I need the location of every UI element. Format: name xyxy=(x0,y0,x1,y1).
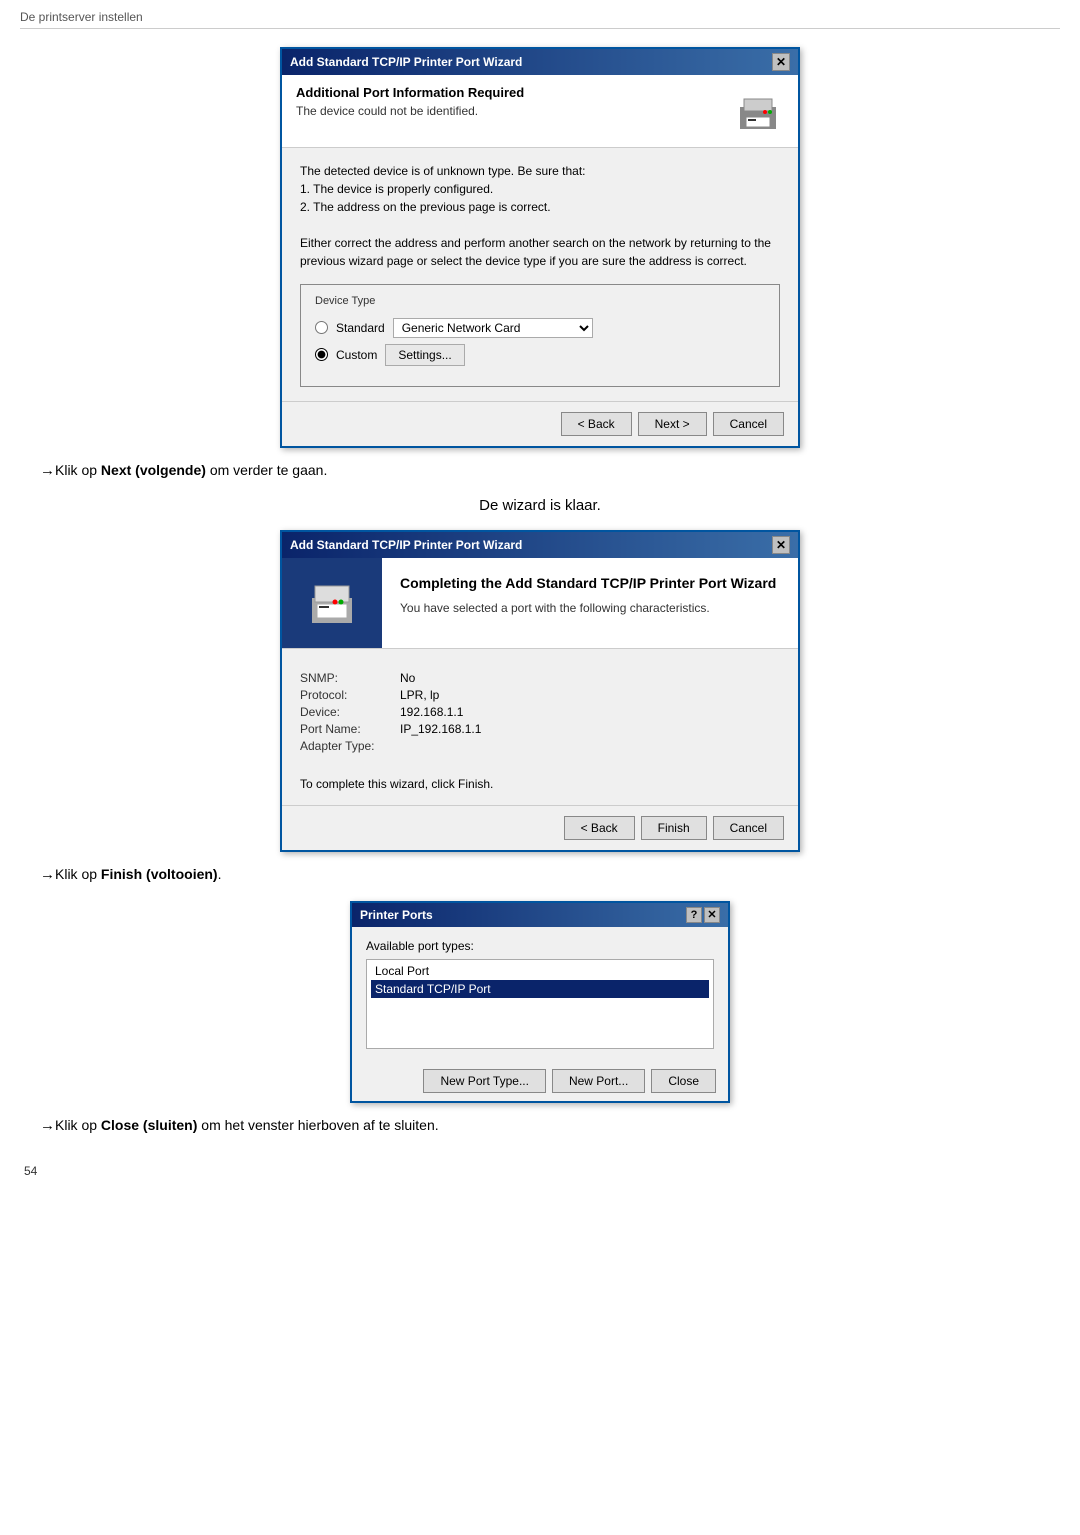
completing-icon-panel xyxy=(282,558,382,648)
snmp-row: SNMP: No xyxy=(300,671,780,685)
standard-label: Standard xyxy=(336,319,385,337)
instruction3-bold: Close (sluiten) xyxy=(101,1117,197,1133)
dialog2-finish-button[interactable]: Finish xyxy=(641,816,707,840)
new-port-type-button[interactable]: New Port Type... xyxy=(423,1069,545,1093)
dialog1-titlebar: Add Standard TCP/IP Printer Port Wizard … xyxy=(282,49,798,75)
snmp-value: No xyxy=(400,671,415,685)
dialog3-body: Available port types: Local Port Standar… xyxy=(352,927,728,1061)
dialog2-title: Add Standard TCP/IP Printer Port Wizard xyxy=(290,538,522,552)
protocol-row: Protocol: LPR, lp xyxy=(300,688,780,702)
dialog2-footer: < Back Finish Cancel xyxy=(282,805,798,850)
device-type-legend: Device Type xyxy=(315,293,765,310)
available-ports-label: Available port types: xyxy=(366,939,714,953)
dialog3-close-btn[interactable]: ✕ xyxy=(704,907,720,923)
protocol-value: LPR, lp xyxy=(400,688,439,702)
instruction3-suffix: om het venster hierboven af te sluiten. xyxy=(197,1117,438,1133)
dialog2-close-btn[interactable]: ✕ xyxy=(772,536,790,554)
dialog-printer-ports: Printer Ports ? ✕ Available port types: … xyxy=(350,901,730,1103)
close-button[interactable]: Close xyxy=(651,1069,716,1093)
standard-radio-row: Standard Generic Network Card xyxy=(315,318,765,338)
adapter-type-row: Adapter Type: xyxy=(300,739,780,753)
dialog2-cancel-button[interactable]: Cancel xyxy=(713,816,784,840)
port-item-local[interactable]: Local Port xyxy=(371,962,709,980)
custom-radio-row: Custom Settings... xyxy=(315,344,765,366)
dialog1-close-btn[interactable]: ✕ xyxy=(772,53,790,71)
instruction2-bold: Finish (voltooien) xyxy=(101,866,218,882)
port-name-row: Port Name: IP_192.168.1.1 xyxy=(300,722,780,736)
protocol-label: Protocol: xyxy=(300,688,400,702)
dialog1-body-text3: 2. The address on the previous page is c… xyxy=(300,198,780,216)
completing-printer-icon xyxy=(297,568,367,638)
completing-header: Completing the Add Standard TCP/IP Print… xyxy=(282,558,798,649)
dialog1-next-button[interactable]: Next > xyxy=(638,412,707,436)
dialog2-body: SNMP: No Protocol: LPR, lp Device: 192.1… xyxy=(282,649,798,805)
instruction1-bold: Next (volgende) xyxy=(101,462,206,478)
instruction3-arrow: → xyxy=(40,1117,55,1134)
instruction2-arrow: → xyxy=(40,866,55,883)
standard-radio[interactable] xyxy=(315,321,328,334)
custom-radio[interactable] xyxy=(315,348,328,361)
dialog1-cancel-button[interactable]: Cancel xyxy=(713,412,784,436)
adapter-type-label: Adapter Type: xyxy=(300,739,400,753)
dialog-completing: Add Standard TCP/IP Printer Port Wizard … xyxy=(280,530,800,852)
instruction2: →Klik op Finish (voltooien). xyxy=(40,866,1060,883)
port-name-value: IP_192.168.1.1 xyxy=(400,722,481,736)
instruction2-prefix: Klik op xyxy=(55,866,101,882)
dialog1-header-title: Additional Port Information Required xyxy=(296,85,722,100)
instruction1-suffix: om verder te gaan. xyxy=(206,462,327,478)
page-header: De printserver instellen xyxy=(20,10,1060,29)
dialog1-header: Additional Port Information Required The… xyxy=(282,75,798,148)
device-value: 192.168.1.1 xyxy=(400,705,463,719)
dialog1-header-text: Additional Port Information Required The… xyxy=(296,85,722,118)
instruction3: →Klik op Close (sluiten) om het venster … xyxy=(40,1117,1060,1134)
instruction2-suffix: . xyxy=(218,866,222,882)
instruction3-prefix: Klik op xyxy=(55,1117,101,1133)
new-port-button[interactable]: New Port... xyxy=(552,1069,645,1093)
instruction1-arrow: → xyxy=(40,462,55,479)
settings-button[interactable]: Settings... xyxy=(385,344,464,366)
dialog1-body-text1: The detected device is of unknown type. … xyxy=(300,162,780,180)
port-name-label: Port Name: xyxy=(300,722,400,736)
device-label: Device: xyxy=(300,705,400,719)
snmp-label: SNMP: xyxy=(300,671,400,685)
finish-note: To complete this wizard, click Finish. xyxy=(300,777,780,791)
device-row: Device: 192.168.1.1 xyxy=(300,705,780,719)
dialog1-printer-icon xyxy=(732,85,784,137)
port-item-tcp-ip[interactable]: Standard TCP/IP Port xyxy=(371,980,709,998)
dialog3-title: Printer Ports xyxy=(360,908,433,922)
completing-subtitle: You have selected a port with the follow… xyxy=(400,601,780,615)
dialog1-title: Add Standard TCP/IP Printer Port Wizard xyxy=(290,55,522,69)
device-type-group: Device Type Standard Generic Network Car… xyxy=(300,284,780,387)
dialog3-help-btn[interactable]: ? xyxy=(686,907,702,923)
dialog1-body: The detected device is of unknown type. … xyxy=(282,148,798,401)
port-list[interactable]: Local Port Standard TCP/IP Port xyxy=(366,959,714,1049)
page-number: 54 xyxy=(20,1164,1060,1178)
completing-text-panel: Completing the Add Standard TCP/IP Print… xyxy=(382,558,798,648)
completing-title: Completing the Add Standard TCP/IP Print… xyxy=(400,574,780,594)
section-heading: De wizard is klaar. xyxy=(20,497,1060,514)
instruction1-prefix: Klik op xyxy=(55,462,101,478)
custom-label: Custom xyxy=(336,346,377,364)
dialog2-back-button[interactable]: < Back xyxy=(564,816,635,840)
dialog3-footer: New Port Type... New Port... Close xyxy=(352,1061,728,1101)
dialog2-titlebar: Add Standard TCP/IP Printer Port Wizard … xyxy=(282,532,798,558)
dialog1-body-text4: Either correct the address and perform a… xyxy=(300,234,780,270)
dialog3-titlebar: Printer Ports ? ✕ xyxy=(352,903,728,927)
dialog1-body-text2: 1. The device is properly configured. xyxy=(300,180,780,198)
dialog1-back-button[interactable]: < Back xyxy=(561,412,632,436)
standard-dropdown[interactable]: Generic Network Card xyxy=(393,318,593,338)
dialog1-header-subtitle: The device could not be identified. xyxy=(296,104,722,118)
dialog1-footer: < Back Next > Cancel xyxy=(282,401,798,446)
info-table: SNMP: No Protocol: LPR, lp Device: 192.1… xyxy=(300,671,780,753)
instruction1: →Klik op Next (volgende) om verder te ga… xyxy=(40,462,1060,479)
dialog-additional-port-info: Add Standard TCP/IP Printer Port Wizard … xyxy=(280,47,800,448)
titlebar-icons: ? ✕ xyxy=(686,907,720,923)
